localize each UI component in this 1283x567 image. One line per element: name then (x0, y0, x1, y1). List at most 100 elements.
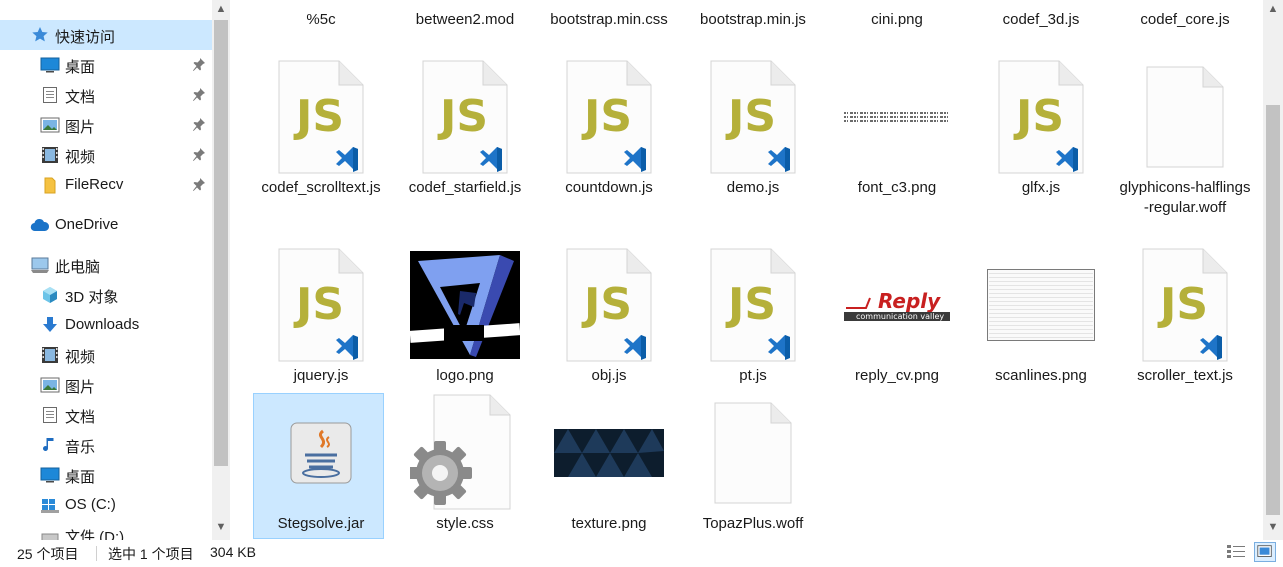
pin-icon (192, 117, 206, 131)
large-icons-view-icon[interactable] (1254, 542, 1276, 562)
js-file-icon: JS (278, 60, 364, 174)
nav-item[interactable]: 图片 (0, 110, 212, 140)
os-drive-icon (40, 495, 60, 515)
nav-item[interactable]: Downloads (0, 310, 212, 340)
nav-item[interactable]: 图片 (0, 370, 212, 400)
nav-item[interactable]: 文件 (D:) (0, 520, 212, 540)
nav-item-label: 此电脑 (55, 259, 101, 276)
downloads-icon (40, 315, 60, 335)
pin-icon (192, 57, 206, 71)
svg-text:JS: JS (293, 279, 344, 330)
file-thumbnail (687, 393, 819, 513)
nav-item-label: 音乐 (65, 439, 96, 456)
status-divider (96, 546, 97, 561)
nav-item[interactable]: OneDrive (0, 210, 212, 240)
file-name: glfx.js (1021, 179, 1061, 196)
file-thumbnail (831, 0, 963, 2)
js-file-icon: JS (422, 60, 508, 174)
js-file-icon: JS (998, 60, 1084, 174)
nav-item[interactable]: 文档 (0, 80, 212, 110)
documents-icon (40, 405, 60, 425)
desktop-icon (40, 55, 60, 75)
3d-objects-icon (40, 285, 60, 305)
file-thumbnail: JS (687, 245, 819, 365)
content-scrollbar-thumb[interactable] (1266, 105, 1280, 515)
nav-item[interactable]: 音乐 (0, 430, 212, 460)
font-strip-thumbnail (842, 110, 952, 124)
file-name: demo.js (726, 179, 780, 196)
file-name: logo.png (436, 367, 494, 384)
svg-text:JS: JS (725, 91, 776, 142)
svg-text:JS: JS (725, 279, 776, 330)
pictures-icon (40, 115, 60, 135)
nav-item[interactable]: 桌面 (0, 460, 212, 490)
nav-item[interactable]: OS (C:) (0, 490, 212, 520)
nav-item[interactable]: 3D 对象 (0, 280, 212, 310)
nav-item[interactable]: 视频 (0, 340, 212, 370)
nav-item[interactable]: 快速访问 (0, 20, 212, 50)
svg-text:Reply: Reply (878, 289, 941, 313)
blank-file-icon (1146, 66, 1224, 168)
file-thumbnail: JS (543, 57, 675, 177)
file-thumbnail (255, 0, 387, 2)
cloud-icon (30, 215, 50, 235)
star-icon (30, 25, 50, 45)
file-thumbnail: Reply communication valley (831, 245, 963, 365)
pin-icon (192, 177, 206, 191)
js-file-icon: JS (1142, 248, 1228, 362)
file-name: jquery.js (293, 367, 349, 384)
js-file-icon: JS (566, 60, 652, 174)
file-name: Stegsolve.jar (277, 515, 365, 532)
blank-file-icon (714, 402, 792, 504)
scroll-down-arrow-icon[interactable]: ▼ (1263, 518, 1283, 536)
nav-scrollbar[interactable]: ▲ ▼ (212, 0, 230, 540)
file-thumbnail: JS (543, 245, 675, 365)
nav-item[interactable]: 此电脑 (0, 250, 212, 280)
file-thumbnail (831, 57, 963, 177)
nav-item[interactable]: 视频 (0, 140, 212, 170)
nav-item-label: 文件 (D:) (65, 529, 125, 540)
scroll-down-arrow-icon[interactable]: ▼ (212, 518, 230, 536)
svg-text:JS: JS (293, 91, 344, 142)
nav-item[interactable]: 桌面 (0, 50, 212, 80)
videos-icon (40, 145, 60, 165)
file-name: codef_scrolltext.js (261, 179, 381, 196)
nav-item-label: Downloads (65, 316, 140, 333)
js-file-icon: JS (710, 248, 796, 362)
file-thumbnail (399, 245, 531, 365)
nav-scrollbar-thumb[interactable] (214, 20, 228, 466)
desktop-icon (40, 465, 60, 485)
scanlines-image-thumbnail (987, 269, 1095, 341)
nav-item-label: FileRecv (65, 176, 124, 193)
scroll-up-arrow-icon[interactable]: ▲ (1263, 0, 1283, 18)
nav-item-label: 图片 (65, 379, 96, 396)
nav-item-label: 视频 (65, 149, 96, 166)
file-name: countdown.js (565, 179, 653, 196)
file-name: reply_cv.png (855, 367, 939, 384)
svg-text:JS: JS (1157, 279, 1208, 330)
nav-item[interactable]: FileRecv (0, 170, 212, 200)
details-view-icon[interactable] (1226, 543, 1246, 561)
nav-item[interactable]: 文档 (0, 400, 212, 430)
folder-icon (40, 175, 60, 195)
file-thumbnail: JS (399, 57, 531, 177)
js-file-icon: JS (710, 60, 796, 174)
pictures-icon (40, 375, 60, 395)
file-thumbnail: JS (687, 57, 819, 177)
file-thumbnail: JS (1119, 245, 1251, 365)
file-thumbnail (399, 0, 531, 2)
content-scrollbar[interactable]: ▲ ▼ (1263, 0, 1283, 540)
file-name: font_c3.png (857, 179, 937, 196)
file-thumbnail: JS (975, 0, 1107, 2)
file-name: TopazPlus.woff (702, 515, 804, 532)
css-file-icon (554, 0, 664, 2)
svg-text:JS: JS (581, 91, 632, 142)
scroll-up-arrow-icon[interactable]: ▲ (212, 0, 230, 18)
file-name: glyphicons-halflings-regular.woff (1119, 179, 1251, 216)
file-name: codef_3d.js (1002, 11, 1080, 28)
nav-item-label: OneDrive (55, 216, 119, 233)
drive-icon (40, 525, 60, 540)
file-name: between2.mod (415, 11, 515, 28)
nav-item-label: 视频 (65, 349, 96, 366)
file-thumbnail (543, 393, 675, 513)
